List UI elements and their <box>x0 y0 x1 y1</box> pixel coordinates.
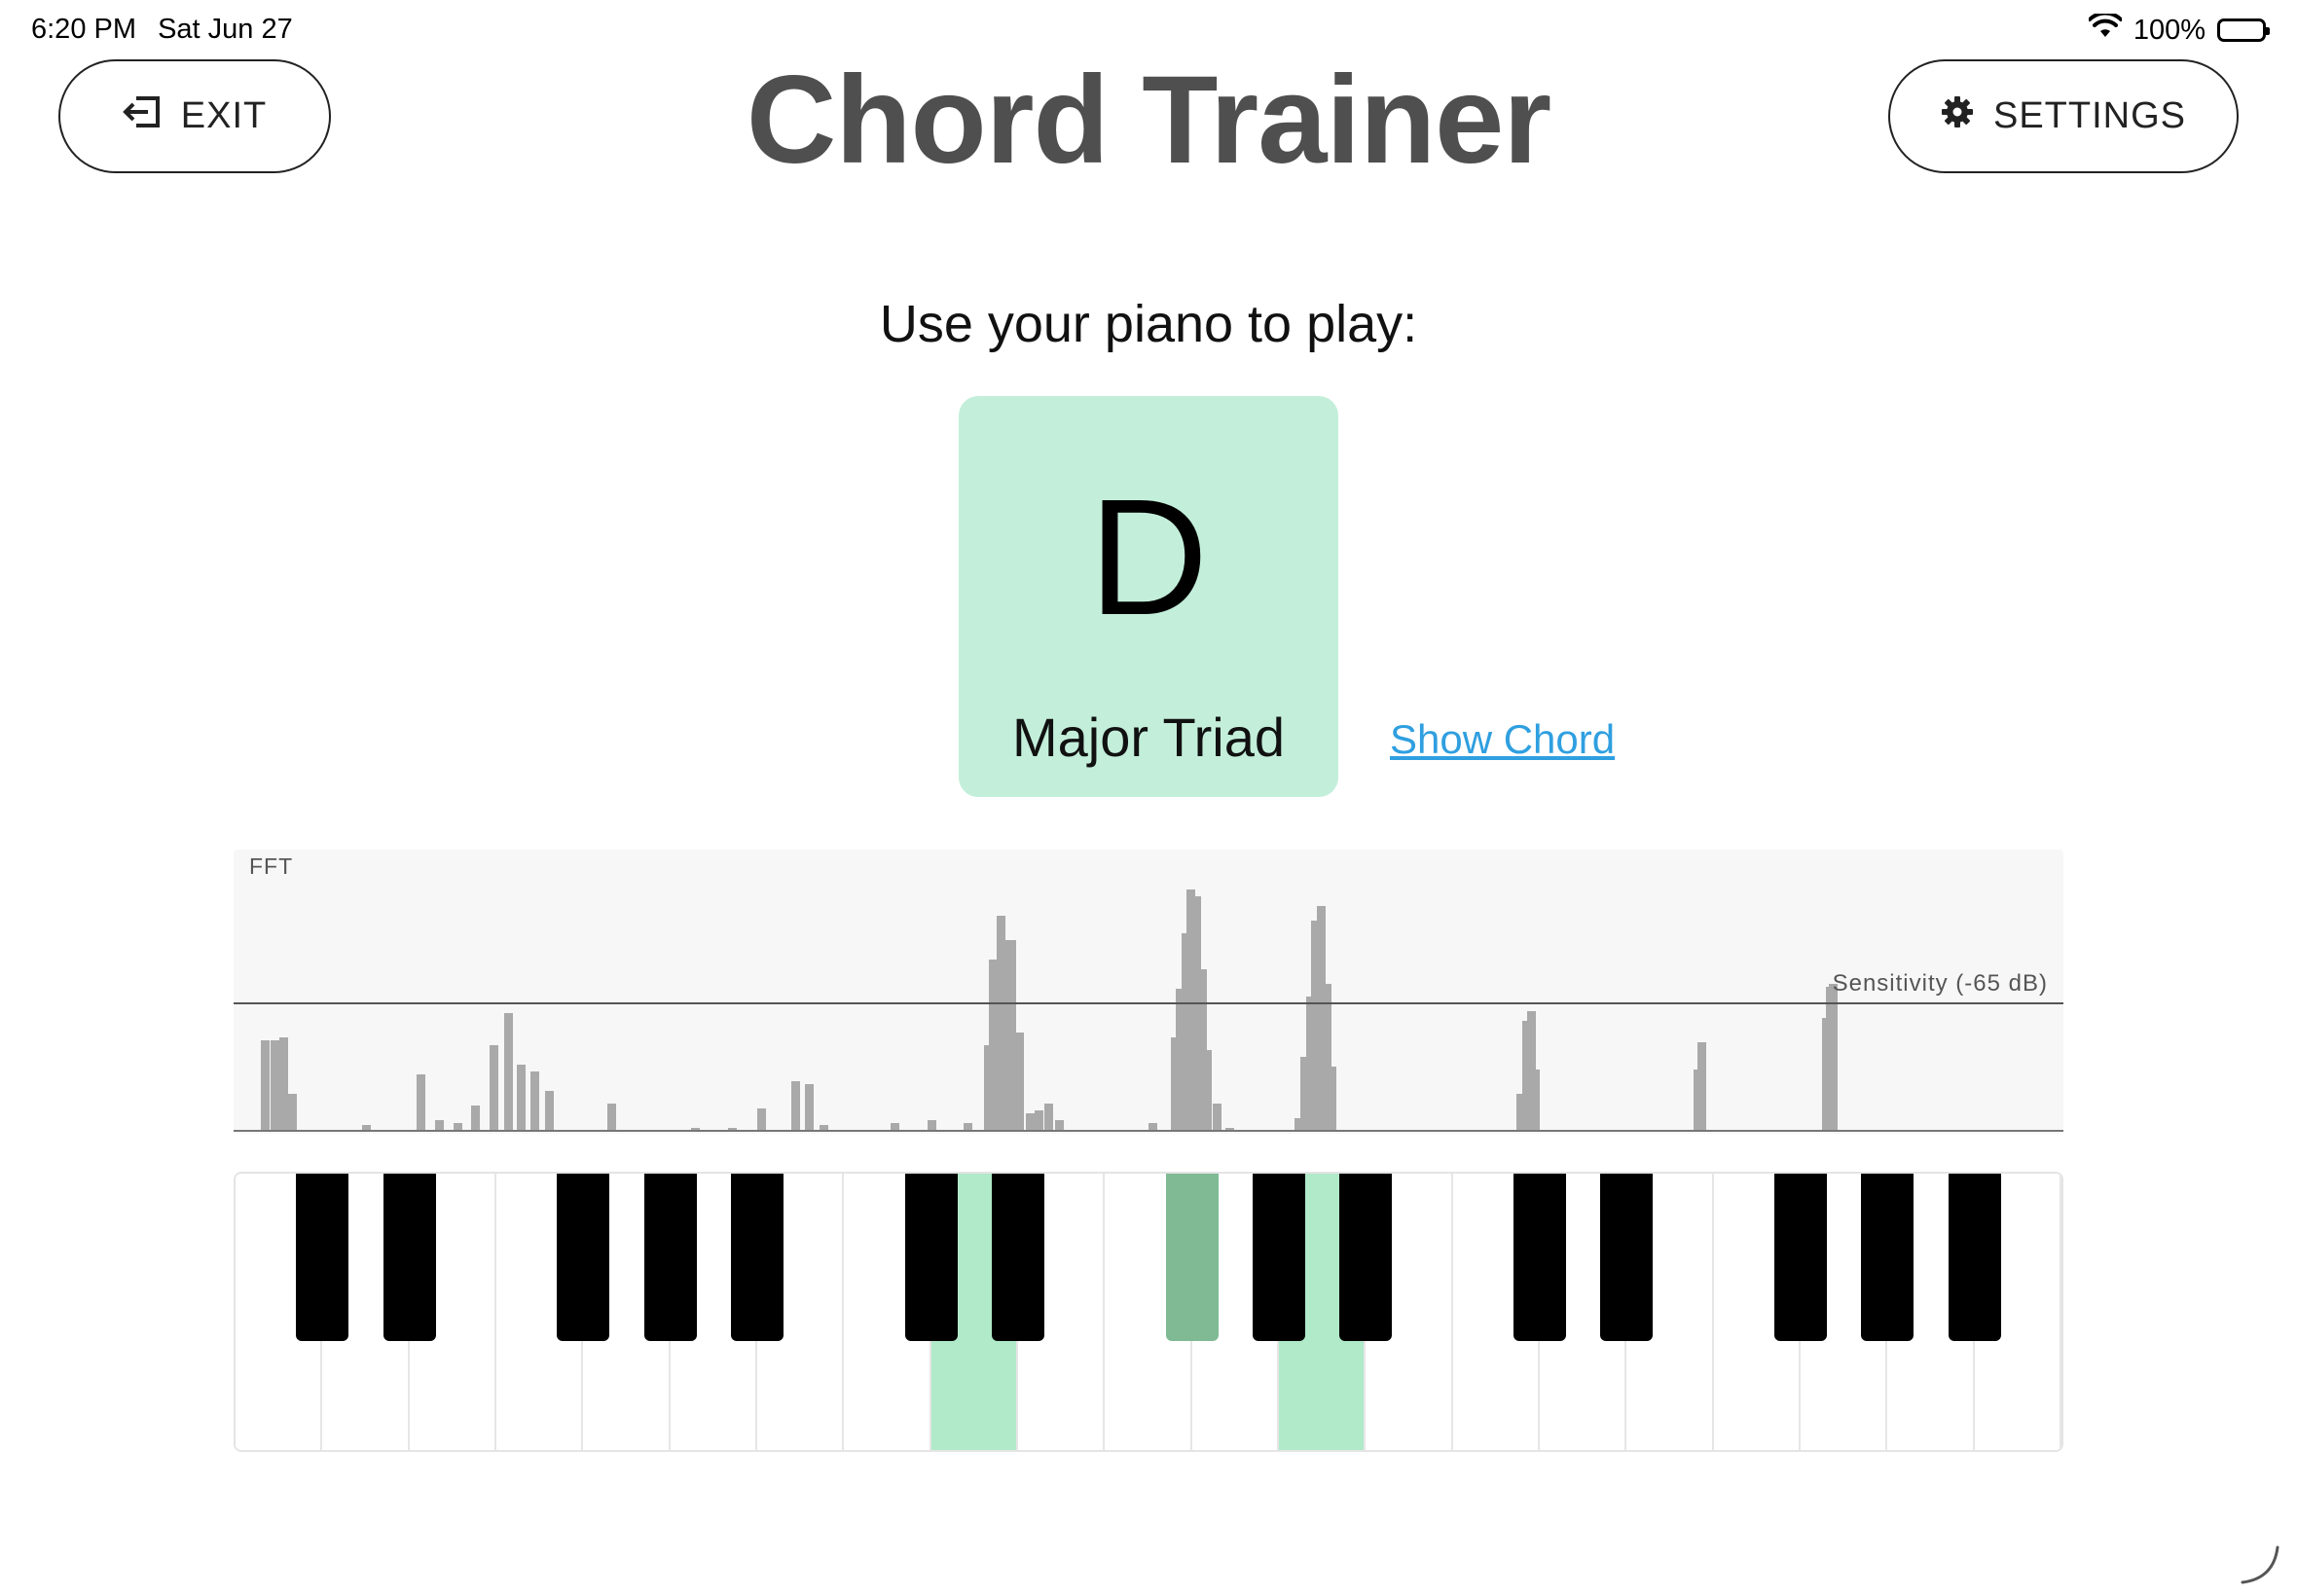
fft-bar <box>279 1037 288 1130</box>
fft-bar <box>890 1122 899 1130</box>
fft-bar <box>1212 1103 1221 1130</box>
battery-percent: 100% <box>2133 14 2206 46</box>
fft-spectrum <box>234 850 2063 1132</box>
black-key[interactable] <box>904 1174 958 1341</box>
chord-card: D Major Triad <box>959 396 1338 797</box>
chord-quality: Major Triad <box>1011 707 1286 768</box>
black-key[interactable] <box>1600 1174 1654 1341</box>
resize-corner-icon <box>2239 1543 2281 1586</box>
fft-bar <box>434 1120 444 1130</box>
wifi-icon <box>2087 11 2123 47</box>
fft-bar <box>756 1107 766 1130</box>
fft-bar <box>1014 1033 1024 1130</box>
fft-bar <box>261 1039 271 1130</box>
sensitivity-threshold-line[interactable] <box>234 1002 2063 1004</box>
fft-bar <box>1055 1120 1065 1130</box>
fft-bar <box>517 1064 527 1130</box>
black-key[interactable] <box>557 1174 610 1341</box>
fft-bar <box>471 1106 481 1130</box>
piano-keyboard[interactable] <box>234 1172 2063 1452</box>
black-key[interactable] <box>383 1174 436 1341</box>
status-indicators: 100% <box>2087 11 2270 47</box>
black-key[interactable] <box>731 1174 784 1341</box>
show-chord-link[interactable]: Show Chord <box>1390 716 1615 763</box>
fft-bar <box>791 1081 801 1130</box>
fft-bar <box>1530 1069 1540 1130</box>
black-key[interactable] <box>992 1174 1044 1341</box>
status-time: 6:20 PM Sat Jun 27 <box>31 14 293 46</box>
fft-bar <box>606 1103 616 1130</box>
battery-icon <box>2217 18 2270 42</box>
fft-bar <box>417 1073 425 1130</box>
fft-bar <box>1035 1110 1044 1130</box>
fft-bar <box>1328 1067 1337 1130</box>
fft-bar <box>804 1083 814 1130</box>
status-clock: 6:20 PM <box>31 14 136 45</box>
fft-bar <box>1203 1049 1213 1130</box>
fft-baseline <box>234 1130 2063 1132</box>
gear-icon <box>1941 95 1974 138</box>
play-prompt: Use your piano to play: <box>879 295 1418 353</box>
fft-bar <box>927 1120 936 1130</box>
fft-bar <box>490 1044 499 1130</box>
chord-root: D <box>1088 465 1209 650</box>
fft-bar <box>544 1091 554 1130</box>
sensitivity-label: Sensitivity (-65 dB) <box>1832 970 2048 997</box>
fft-bar <box>1148 1122 1157 1130</box>
black-key[interactable] <box>296 1174 349 1341</box>
fft-bar <box>1697 1042 1706 1130</box>
settings-button[interactable]: SETTINGS <box>1888 59 2239 173</box>
fft-bar <box>1043 1103 1053 1130</box>
black-key[interactable] <box>1339 1174 1393 1341</box>
fft-bar <box>529 1071 539 1130</box>
fft-bar <box>1829 984 1839 1130</box>
settings-label: SETTINGS <box>1992 95 2187 136</box>
black-key[interactable] <box>1165 1174 1219 1341</box>
fft-bar <box>964 1122 973 1130</box>
fft-bar <box>270 1039 279 1130</box>
black-key[interactable] <box>643 1174 697 1341</box>
black-key[interactable] <box>1513 1174 1566 1341</box>
fft-bar <box>453 1122 462 1130</box>
fft-bar <box>504 1013 514 1130</box>
fft-bar <box>1026 1112 1036 1130</box>
black-key[interactable] <box>1253 1174 1305 1341</box>
fft-bar <box>288 1093 298 1130</box>
black-key[interactable] <box>1861 1174 1914 1341</box>
black-key[interactable] <box>1774 1174 1827 1341</box>
black-key[interactable] <box>1948 1174 2001 1341</box>
fft-panel: FFT Sensitivity (-65 dB) <box>234 850 2063 1134</box>
status-date: Sat Jun 27 <box>158 14 293 45</box>
